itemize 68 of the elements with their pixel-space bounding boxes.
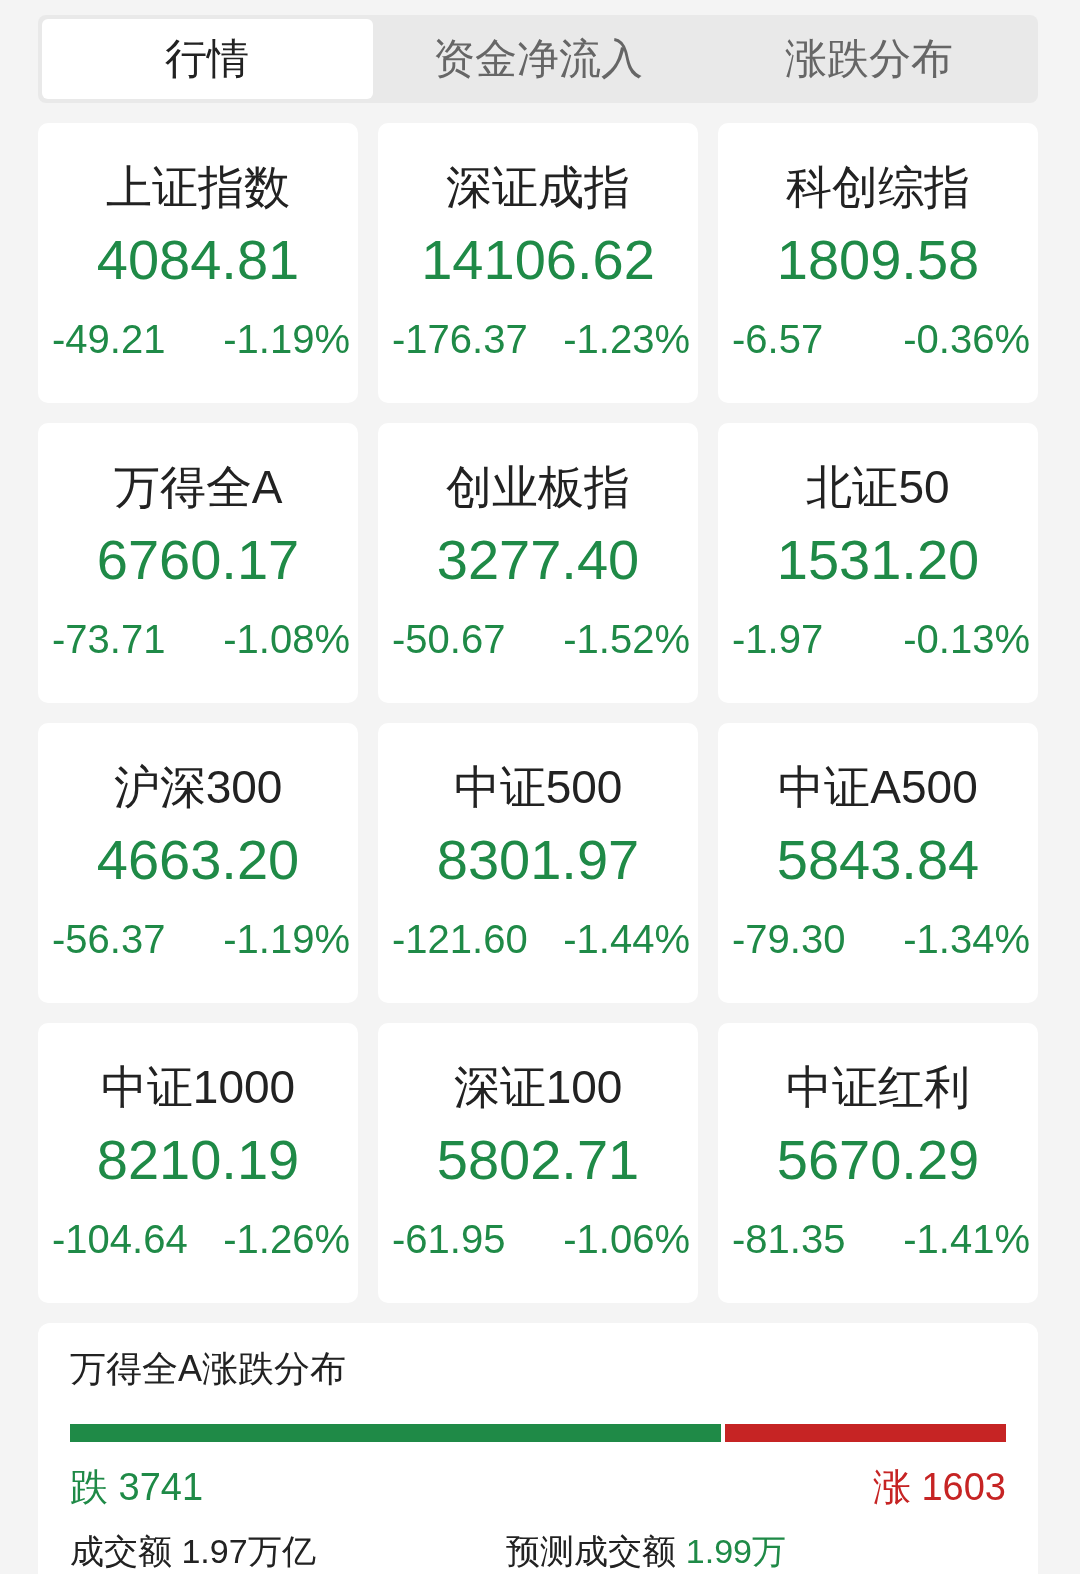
index-card[interactable]: 科创综指 1809.58 -6.57 -0.36% <box>718 123 1038 403</box>
change-percent: -1.26% <box>223 1217 350 1262</box>
change-value: -79.30 <box>732 917 846 962</box>
index-name: 中证红利 <box>786 1060 970 1115</box>
tab[interactable]: 涨跌分布 <box>703 19 1034 99</box>
change-value: -50.67 <box>392 617 506 662</box>
index-name: 创业板指 <box>446 460 630 515</box>
index-price: 4663.20 <box>96 827 300 893</box>
index-card[interactable]: 万得全A 6760.17 -73.71 -1.08% <box>38 423 358 703</box>
index-name: 深证成指 <box>446 160 630 215</box>
index-price: 3277.40 <box>436 527 640 593</box>
change-value: -81.35 <box>732 1217 846 1262</box>
turnover-text: 成交额 1.97万亿 <box>70 1531 316 1572</box>
change-percent: -1.52% <box>563 617 690 662</box>
index-card[interactable]: 深证成指 14106.62 -176.37 -1.23% <box>378 123 698 403</box>
change-value: -121.60 <box>392 917 528 962</box>
index-price: 1809.58 <box>776 227 980 293</box>
index-name: 深证100 <box>453 1060 623 1115</box>
change-percent: -1.19% <box>223 917 350 962</box>
index-card[interactable]: 深证100 5802.71 -61.95 -1.06% <box>378 1023 698 1303</box>
change-percent: -0.13% <box>903 617 1030 662</box>
distribution-title: 万得全A涨跌分布 <box>70 1347 347 1391</box>
index-card[interactable]: 中证500 8301.97 -121.60 -1.44% <box>378 723 698 1003</box>
tab[interactable]: 资金净流入 <box>372 19 704 99</box>
change-percent: -1.23% <box>563 317 690 362</box>
index-card[interactable]: 中证红利 5670.29 -81.35 -1.41% <box>718 1023 1038 1303</box>
change-percent: -1.19% <box>223 317 350 362</box>
index-price: 4084.81 <box>96 227 300 293</box>
index-name: 上证指数 <box>106 160 290 215</box>
index-price: 5670.29 <box>776 1127 980 1193</box>
index-name: 中证500 <box>453 760 623 815</box>
index-name: 科创综指 <box>786 160 970 215</box>
index-price: 14106.62 <box>421 227 655 293</box>
change-value: -73.71 <box>52 617 166 662</box>
change-value: -104.64 <box>52 1217 188 1262</box>
change-percent: -1.34% <box>903 917 1030 962</box>
index-card[interactable]: 创业板指 3277.40 -50.67 -1.52% <box>378 423 698 703</box>
index-card[interactable]: 中证1000 8210.19 -104.64 -1.26% <box>38 1023 358 1303</box>
index-price: 6760.17 <box>96 527 300 593</box>
index-name: 万得全A <box>113 460 283 515</box>
change-percent: -1.08% <box>223 617 350 662</box>
fall-count: 跌 3741 <box>70 1465 204 1510</box>
change-value: -6.57 <box>732 317 824 362</box>
index-price: 1531.20 <box>776 527 980 593</box>
forecast-turnover-text: 预测成交额 1.99万 <box>506 1531 786 1572</box>
index-card[interactable]: 北证50 1531.20 -1.97 -0.13% <box>718 423 1038 703</box>
index-card[interactable]: 上证指数 4084.81 -49.21 -1.19% <box>38 123 358 403</box>
index-card[interactable]: 中证A500 5843.84 -79.30 -1.34% <box>718 723 1038 1003</box>
index-name: 中证1000 <box>100 1060 296 1115</box>
change-value: -176.37 <box>392 317 528 362</box>
change-value: -56.37 <box>52 917 166 962</box>
change-value: -1.97 <box>732 617 824 662</box>
index-card[interactable]: 沪深300 4663.20 -56.37 -1.19% <box>38 723 358 1003</box>
change-percent: -0.36% <box>903 317 1030 362</box>
tab[interactable]: 行情 <box>42 19 373 99</box>
change-value: -49.21 <box>52 317 166 362</box>
index-price: 8301.97 <box>436 827 640 893</box>
change-percent: -1.41% <box>903 1217 1030 1262</box>
index-name: 中证A500 <box>778 760 978 815</box>
index-name: 北证50 <box>806 460 950 515</box>
index-price: 5843.84 <box>776 827 980 893</box>
index-price: 5802.71 <box>436 1127 640 1193</box>
index-name: 沪深300 <box>113 760 283 815</box>
change-value: -61.95 <box>392 1217 506 1262</box>
change-percent: -1.06% <box>563 1217 690 1262</box>
rise-count: 涨 1603 <box>872 1465 1006 1510</box>
index-price: 8210.19 <box>96 1127 300 1193</box>
change-percent: -1.44% <box>563 917 690 962</box>
